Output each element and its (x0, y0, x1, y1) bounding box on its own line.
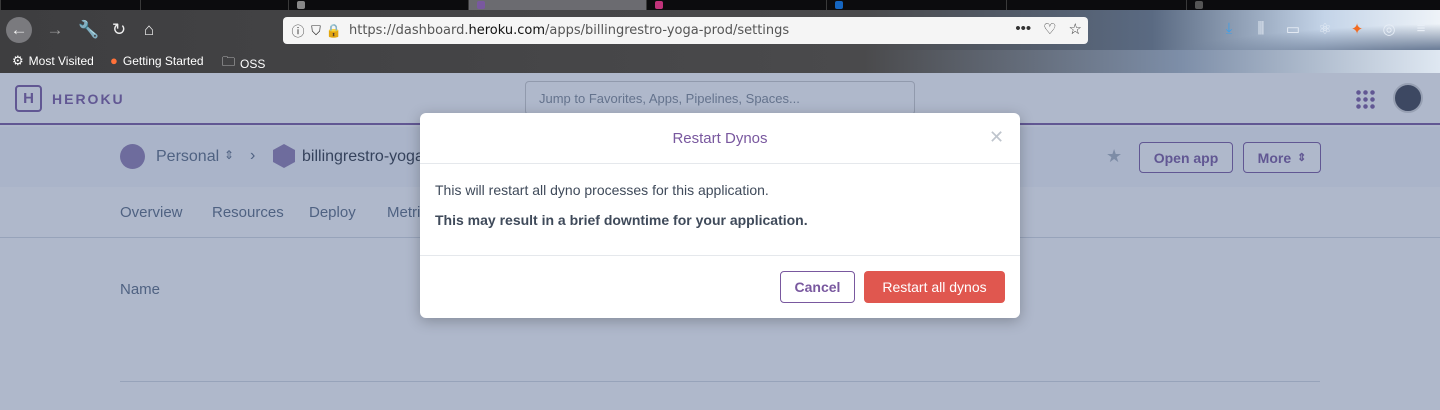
address-bar[interactable]: ⓘ ⛉ 🔒 https://dashboard.heroku.com/apps/… (283, 17, 1088, 44)
bookmark-getting-started[interactable]: ● Getting Started (110, 53, 204, 68)
firefox-icon: ● (110, 53, 118, 68)
menu-icon[interactable]: ≡ (1412, 20, 1430, 38)
account-icon[interactable]: ◎ (1380, 20, 1398, 38)
modal-warning: This may result in a brief downtime for … (435, 212, 808, 228)
firebug-icon[interactable]: ✦ (1348, 20, 1366, 38)
lock-icon[interactable]: 🔒 (325, 23, 343, 39)
wrench-icon: 🔧 (78, 20, 100, 39)
restart-dynos-modal: Restart Dynos ✕ This will restart all dy… (420, 113, 1020, 318)
page-actions-icon[interactable]: ••• (1015, 20, 1031, 38)
gear-icon: ⚙ (12, 53, 24, 68)
modal-body: This will restart all dyno processes for… (435, 182, 1005, 228)
pocket-icon[interactable]: ♡ (1043, 20, 1056, 38)
close-icon[interactable]: ✕ (989, 127, 1004, 148)
folder-icon: 🗀 (222, 54, 236, 69)
reload-button[interactable]: ↻ (106, 17, 132, 43)
browser-tab-strip (0, 0, 1440, 10)
browser-tab-active[interactable] (468, 0, 646, 10)
bookmark-star-icon[interactable]: ☆ (1069, 20, 1082, 38)
browser-tab[interactable] (826, 0, 1006, 10)
browser-tab[interactable] (1006, 0, 1186, 10)
browser-tab[interactable] (646, 0, 826, 10)
browser-tab[interactable] (0, 0, 140, 10)
modal-footer: Cancel Restart all dynos (420, 255, 1020, 318)
browser-tab[interactable] (288, 0, 468, 10)
download-icon[interactable]: ⤓ (1220, 20, 1238, 38)
tools-button[interactable]: 🔧 (76, 17, 102, 43)
back-button[interactable]: ← (6, 17, 32, 43)
browser-tab[interactable] (140, 0, 288, 10)
extension-icons: ⤓ ⫼ ▭ ⚛ ✦ ◎ ≡ (1220, 20, 1430, 38)
sidebar-icon[interactable]: ▭ (1284, 20, 1302, 38)
modal-title: Restart Dynos (672, 130, 768, 147)
reload-icon: ↻ (111, 20, 127, 39)
arrow-right-icon: → (46, 20, 64, 39)
shield-icon[interactable]: ⛉ (307, 23, 325, 39)
info-icon[interactable]: ⓘ (289, 21, 307, 40)
bookmarks-bar: ⚙ Most Visited ● Getting Started 🗀 OSS (0, 50, 1440, 73)
modal-header: Restart Dynos ✕ (420, 113, 1020, 164)
modal-message: This will restart all dyno processes for… (435, 182, 769, 198)
bookmark-oss-folder[interactable]: 🗀 OSS (222, 53, 265, 75)
library-icon[interactable]: ⫼ (1252, 20, 1270, 38)
browser-tab[interactable] (1186, 0, 1366, 10)
arrow-left-icon: ← (10, 20, 28, 39)
bookmark-most-visited[interactable]: ⚙ Most Visited (12, 53, 94, 69)
url-text[interactable]: https://dashboard.heroku.com/apps/billin… (349, 23, 789, 38)
home-button[interactable]: ⌂ (136, 17, 162, 43)
restart-all-dynos-button[interactable]: Restart all dynos (864, 271, 1005, 303)
cancel-button[interactable]: Cancel (780, 271, 855, 303)
react-devtools-icon[interactable]: ⚛ (1316, 20, 1334, 38)
forward-button[interactable]: → (42, 17, 68, 43)
home-icon: ⌂ (143, 20, 155, 39)
